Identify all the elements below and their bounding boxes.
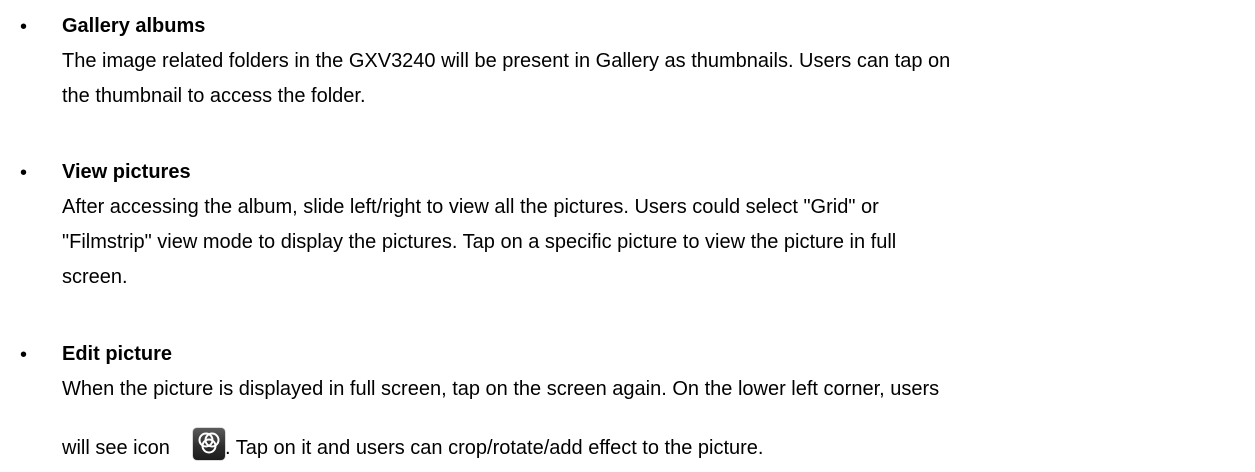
view-pictures-text-line-3: screen. xyxy=(62,266,128,288)
photo-effects-icon xyxy=(193,428,225,460)
edit-picture-text-before-icon: will see icon xyxy=(62,437,170,459)
edit-picture-text-line-2: will see icon xyxy=(62,436,170,460)
edit-picture-text-after-icon: . Tap on it and users can crop/rotate/ad… xyxy=(225,437,764,459)
edit-picture-text-line-1: When the picture is displayed in full sc… xyxy=(62,378,940,400)
section-title-edit-picture: Edit picture xyxy=(62,343,173,365)
gallery-albums-text-line-1: The image related folders in the GXV3240… xyxy=(62,50,951,72)
view-pictures-text-line-1: After accessing the album, slide left/ri… xyxy=(62,196,879,218)
gallery-albums-text-line-2: the thumbnail to access the folder. xyxy=(62,85,366,107)
section-title-view-pictures: View pictures xyxy=(62,161,191,183)
section-title-gallery-albums: Gallery albums xyxy=(62,15,206,37)
bullet-edit-picture: • xyxy=(20,344,28,366)
bullet-view-pictures: • xyxy=(20,162,28,184)
bullet-gallery-albums: • xyxy=(20,16,28,38)
view-pictures-text-line-2: "Filmstrip" view mode to display the pic… xyxy=(62,231,897,253)
